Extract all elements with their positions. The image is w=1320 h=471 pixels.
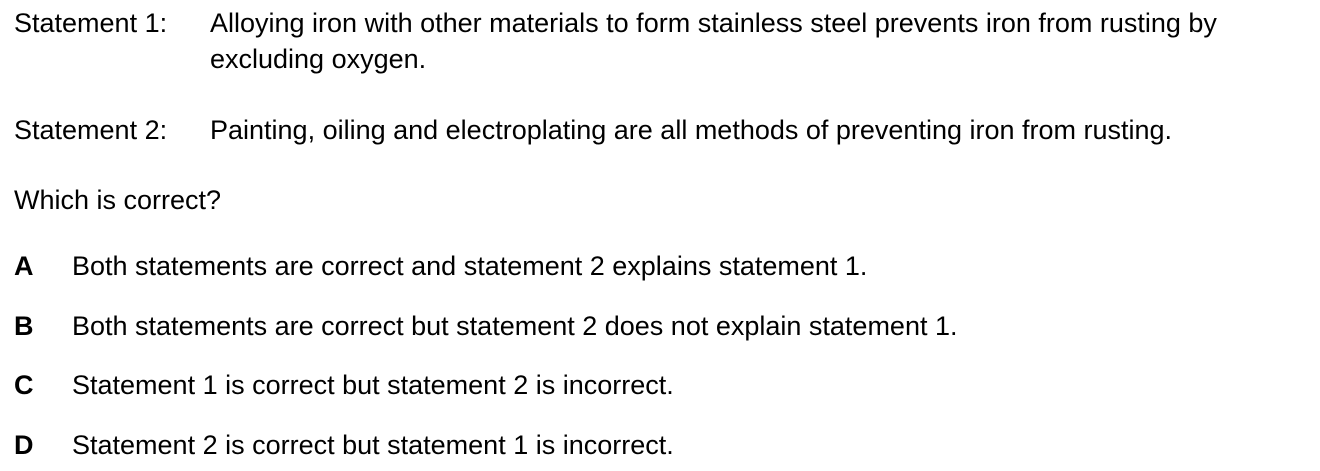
statement-2: Statement 2: Painting, oiling and electr… xyxy=(14,112,1314,148)
statement-2-label: Statement 2: xyxy=(14,115,168,145)
option-a-text: Both statements are correct and statemen… xyxy=(72,251,868,281)
statement-1-label: Statement 1: xyxy=(14,8,168,38)
option-d-text: Statement 2 is correct but statement 1 i… xyxy=(72,430,674,460)
question-prompt: Which is correct? xyxy=(14,185,222,215)
option-c-text: Statement 1 is correct but statement 2 i… xyxy=(72,370,674,400)
option-c-letter: C xyxy=(14,370,34,400)
statement-2-text: Painting, oiling and electroplating are … xyxy=(210,115,1173,145)
option-b-letter: B xyxy=(14,311,34,341)
answer-option-d[interactable]: D Statement 2 is correct but statement 1… xyxy=(14,427,1314,463)
option-a-letter: A xyxy=(14,251,34,281)
statement-1: Statement 1: Alloying iron with other ma… xyxy=(14,5,1314,77)
option-d-letter: D xyxy=(14,430,34,460)
answer-option-b[interactable]: B Both statements are correct but statem… xyxy=(14,308,1314,344)
option-b-text: Both statements are correct but statemen… xyxy=(72,311,958,341)
answer-option-c[interactable]: C Statement 1 is correct but statement 2… xyxy=(14,367,1314,403)
answer-option-a[interactable]: A Both statements are correct and statem… xyxy=(14,248,1314,284)
statement-1-text: Alloying iron with other materials to fo… xyxy=(210,8,1217,74)
